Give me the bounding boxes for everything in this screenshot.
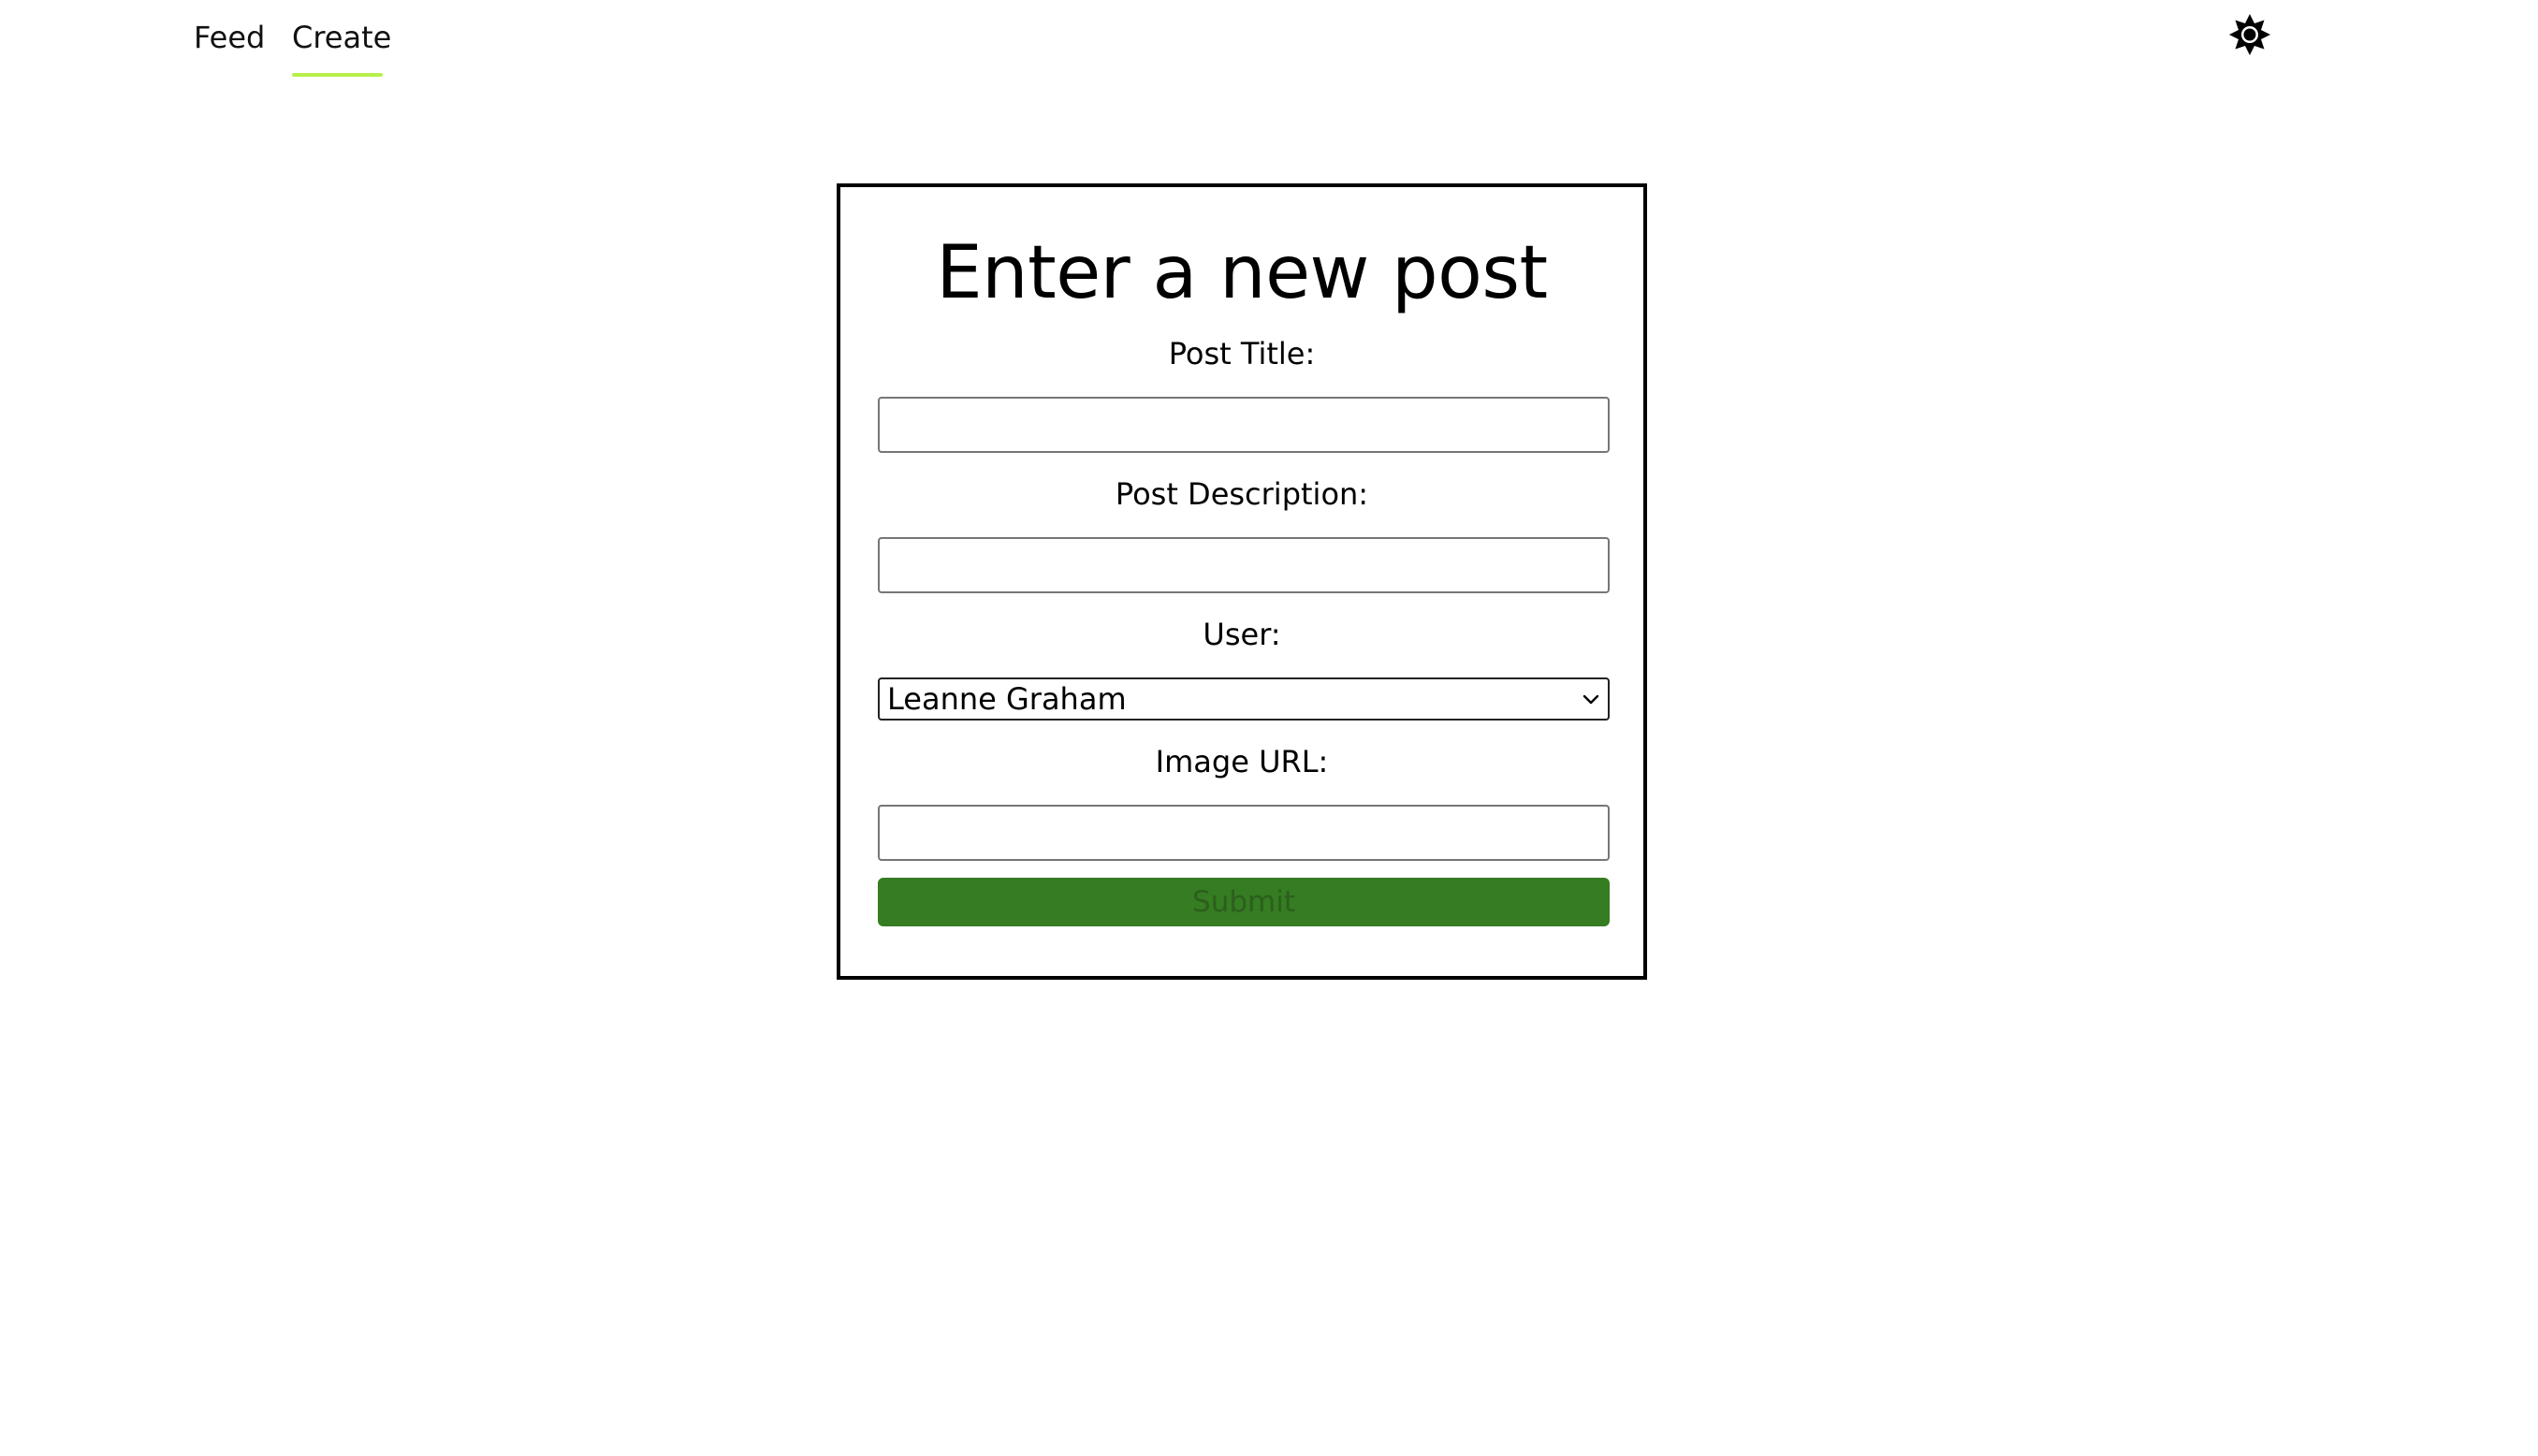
new-post-form-card: Enter a new post Post Title: Post Descri…: [837, 183, 1647, 980]
active-tab-underline: [292, 73, 383, 77]
user-label: User:: [1203, 617, 1281, 652]
user-select[interactable]: Leanne Graham: [878, 677, 1610, 721]
post-title-input[interactable]: [878, 397, 1610, 453]
nav-feed-link[interactable]: Feed: [194, 19, 265, 56]
post-description-input[interactable]: [878, 537, 1610, 593]
chevron-down-icon: [1583, 694, 1599, 705]
post-title-label: Post Title:: [1168, 336, 1316, 371]
top-nav: Feed Create: [0, 0, 2538, 90]
form-heading: Enter a new post: [936, 231, 1548, 315]
sun-gear-icon: [2229, 14, 2270, 55]
submit-button[interactable]: Submit: [878, 878, 1610, 926]
post-description-label: Post Description:: [1115, 476, 1369, 512]
image-url-label: Image URL:: [1155, 744, 1329, 779]
user-select-value: Leanne Graham: [887, 681, 1127, 717]
image-url-input[interactable]: [878, 805, 1610, 861]
nav-create-link[interactable]: Create: [292, 19, 391, 56]
theme-toggle-button[interactable]: [2228, 13, 2271, 56]
